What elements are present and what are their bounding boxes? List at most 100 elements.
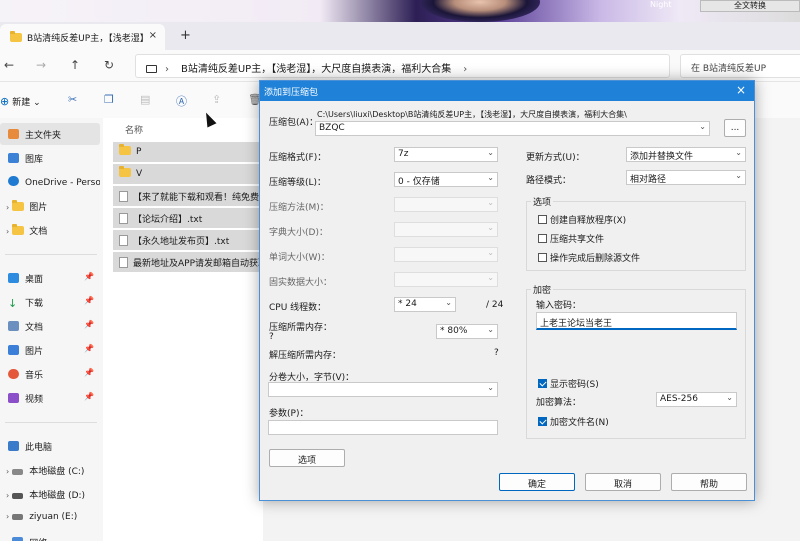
password-value: 上老王论坛当老王 bbox=[540, 319, 613, 329]
solid-select[interactable]: ⌄ bbox=[394, 272, 498, 287]
help-button[interactable]: 帮助 bbox=[671, 473, 747, 491]
sidebar-item-home[interactable]: 主文件夹 bbox=[0, 123, 100, 145]
sidebar-item-desktop[interactable]: 桌面 📌 bbox=[0, 267, 100, 289]
sidebar-label: OneDrive - Persor bbox=[25, 178, 100, 188]
chevron-down-icon: ⌄ bbox=[487, 248, 494, 257]
list-item[interactable]: 最新地址及APP请发邮箱自动获取 bbox=[113, 252, 263, 272]
back-arrow-icon[interactable]: ← bbox=[4, 58, 14, 72]
address-path: B站清纯反差UP主，【浅老湿】，大尺度自摸表演，福利大合集 bbox=[181, 64, 452, 75]
format-select[interactable]: 7z ⌄ bbox=[394, 147, 498, 162]
list-item[interactable]: V bbox=[113, 164, 263, 184]
pathmode-value: 相对路径 bbox=[630, 175, 667, 185]
add-tab-icon[interactable]: + bbox=[180, 28, 191, 43]
sidebar-item-thispc[interactable]: 此电脑 bbox=[0, 435, 100, 457]
list-item[interactable]: 【永久地址发布页】.txt bbox=[113, 230, 263, 250]
sidebar-item-onedrive-docs[interactable]: › 文档 bbox=[0, 219, 100, 241]
options-button[interactable]: 选项 bbox=[269, 449, 345, 467]
column-header-name[interactable]: 名称 bbox=[125, 123, 143, 136]
chevron-down-icon: ⌄ bbox=[487, 148, 494, 157]
pathmode-label: 路径模式： bbox=[526, 176, 572, 186]
close-icon[interactable]: × bbox=[736, 83, 746, 97]
dict-select[interactable]: ⌄ bbox=[394, 222, 498, 237]
archive-name-combo[interactable]: BZQC ⌄ bbox=[315, 121, 710, 136]
paste-icon[interactable]: ▤ bbox=[140, 93, 150, 106]
list-item[interactable]: P bbox=[113, 142, 263, 162]
sidebar-item-pictures[interactable]: 图片 📌 bbox=[0, 339, 100, 361]
close-icon[interactable]: × bbox=[149, 30, 157, 41]
text-file-icon bbox=[119, 213, 128, 224]
sidebar-label: 本地磁盘 (C:) bbox=[29, 467, 85, 477]
banner-button[interactable]: 全文转换 bbox=[700, 0, 800, 12]
explorer-tab[interactable]: B站清纯反差UP主，【浅老湿】 × bbox=[0, 24, 165, 50]
sidebar-item-music[interactable]: 音乐 📌 bbox=[0, 363, 100, 385]
folder-icon bbox=[119, 144, 131, 155]
computer-icon bbox=[8, 441, 19, 451]
update-select[interactable]: 添加并替换文件 ⌄ bbox=[626, 147, 746, 162]
sidebar-divider bbox=[5, 254, 97, 255]
address-chevron-end-icon: › bbox=[463, 64, 468, 75]
gallery-icon bbox=[8, 153, 19, 163]
chevron-right-icon: › bbox=[6, 491, 10, 500]
show-password-checkbox[interactable]: 显示密码(S) bbox=[538, 377, 599, 390]
copy-icon[interactable]: ❐ bbox=[104, 93, 114, 106]
word-label: 单词大小(W)： bbox=[269, 253, 330, 263]
search-input[interactable]: 在 B站清纯反差UP bbox=[680, 54, 800, 78]
checkbox-label: 加密文件名(N) bbox=[550, 418, 609, 428]
encryption-group-title: 加密 bbox=[531, 283, 554, 296]
password-input[interactable]: 上老王论坛当老王 bbox=[536, 312, 737, 330]
up-arrow-icon[interactable]: ↑ bbox=[70, 58, 80, 72]
params-input[interactable] bbox=[268, 420, 498, 435]
method-label: 压缩方法(M)： bbox=[269, 203, 329, 213]
sidebar-item-drive-d[interactable]: › 本地磁盘 (D:) bbox=[0, 483, 100, 505]
drive-icon bbox=[12, 493, 24, 499]
checkbox-box bbox=[538, 253, 547, 262]
method-select[interactable]: ⌄ bbox=[394, 197, 498, 212]
cpu-select[interactable]: * 24 ⌄ bbox=[394, 297, 456, 312]
sidebar-item-drive-e[interactable]: › ziyuan (E:) bbox=[0, 507, 100, 529]
chevron-down-icon: ⌄ bbox=[487, 223, 494, 232]
ok-button[interactable]: 确定 bbox=[499, 473, 575, 491]
sidebar-item-videos[interactable]: 视频 📌 bbox=[0, 387, 100, 409]
encryption-method-label: 加密算法： bbox=[536, 398, 582, 408]
file-name: P bbox=[136, 147, 142, 157]
sidebar-item-gallery[interactable]: 图库 bbox=[0, 147, 100, 169]
browse-button[interactable]: ... bbox=[724, 119, 746, 137]
forward-arrow-icon[interactable]: → bbox=[36, 58, 46, 72]
chevron-down-icon: ⌄ bbox=[445, 298, 452, 307]
sidebar-item-network[interactable]: ›网络 bbox=[0, 531, 100, 541]
level-value: 0 - 仅存储 bbox=[398, 177, 440, 187]
sidebar-label: 主文件夹 bbox=[25, 131, 62, 141]
delete-source-checkbox[interactable]: 操作完成后删除源文件 bbox=[538, 251, 640, 264]
folder-icon bbox=[10, 31, 22, 42]
sidebar-item-downloads[interactable]: ↓ 下载 📌 bbox=[0, 291, 100, 313]
address-bar[interactable]: › B站清纯反差UP主，【浅老湿】，大尺度自摸表演，福利大合集 › bbox=[135, 54, 670, 78]
memory-select[interactable]: * 80% ⌄ bbox=[436, 324, 498, 339]
cut-icon[interactable]: ✂ bbox=[68, 93, 77, 106]
rename-icon[interactable]: Ⓐ bbox=[176, 93, 187, 109]
file-name: 【永久地址发布页】.txt bbox=[133, 237, 230, 247]
list-item[interactable]: 【来了就能下载和观看！纯免费 bbox=[113, 186, 263, 206]
encrypt-names-checkbox[interactable]: 加密文件名(N) bbox=[538, 415, 609, 428]
new-button[interactable]: ⊕ 新建 ⌄ bbox=[0, 95, 41, 108]
sfx-checkbox[interactable]: 创建自释放程序(X) bbox=[538, 213, 626, 226]
word-select[interactable]: ⌄ bbox=[394, 247, 498, 262]
picture-icon bbox=[8, 345, 19, 355]
pathmode-select[interactable]: 相对路径 ⌄ bbox=[626, 170, 746, 185]
cancel-button[interactable]: 取消 bbox=[585, 473, 661, 491]
list-item[interactable]: 【论坛介绍】.txt bbox=[113, 208, 263, 228]
banner-photo bbox=[420, 0, 540, 22]
shared-checkbox[interactable]: 压缩共享文件 bbox=[538, 232, 604, 245]
file-list: 名称 P V 【来了就能下载和观看！纯免费 【论坛介绍】.txt 【永久地址发布… bbox=[103, 118, 263, 541]
refresh-icon[interactable]: ↻ bbox=[104, 58, 114, 72]
sidebar-item-drive-c[interactable]: › 本地磁盘 (C:) bbox=[0, 459, 100, 481]
level-select[interactable]: 0 - 仅存储 ⌄ bbox=[394, 172, 498, 187]
sidebar-label: 文档 bbox=[25, 323, 44, 333]
memory-label: 压缩所需内存： bbox=[269, 323, 333, 333]
sidebar-item-documents[interactable]: 文档 📌 bbox=[0, 315, 100, 337]
split-select[interactable]: ⌄ bbox=[268, 382, 498, 397]
desktop-icon bbox=[8, 273, 19, 283]
sidebar-item-onedrive-pictures[interactable]: › 图片 bbox=[0, 195, 100, 217]
sidebar-item-onedrive[interactable]: OneDrive - Persor bbox=[0, 171, 100, 193]
share-icon[interactable]: ⇪ bbox=[212, 93, 221, 106]
encryption-method-select[interactable]: AES-256 ⌄ bbox=[656, 392, 737, 407]
